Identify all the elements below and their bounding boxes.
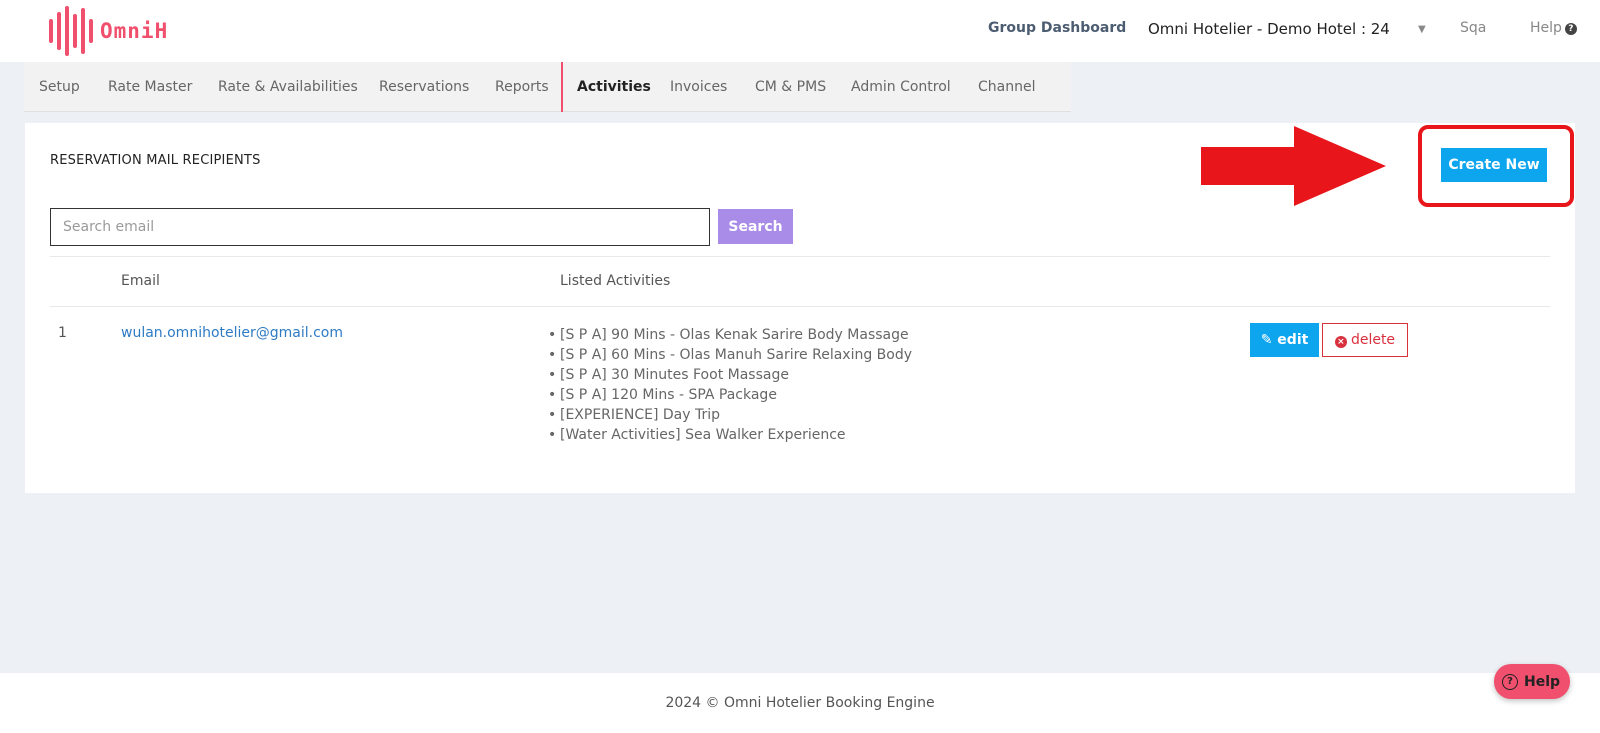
top-bar: OmniH Group Dashboard Omni Hotelier - De… <box>0 0 1600 62</box>
brand-logo[interactable]: OmniH <box>48 6 168 56</box>
activity-item: [S P A] 120 Mins - SPA Package <box>548 385 912 405</box>
edit-button[interactable]: ✎ edit <box>1250 323 1319 357</box>
activity-item: [EXPERIENCE] Day Trip <box>548 405 912 425</box>
search-button[interactable]: Search <box>718 209 793 244</box>
chevron-down-icon[interactable]: ▼ <box>1418 24 1426 35</box>
question-circle-icon: ? <box>1502 673 1518 690</box>
recipient-email[interactable]: wulan.omnihotelier@gmail.com <box>121 325 343 341</box>
search-email-input[interactable] <box>50 208 710 246</box>
help-link[interactable]: Help? <box>1530 20 1577 36</box>
user-menu[interactable]: Sqa <box>1460 20 1486 36</box>
question-icon: ? <box>1564 23 1577 35</box>
help-link-label: Help <box>1530 20 1562 36</box>
times-circle-icon: × <box>1334 336 1347 348</box>
activity-item: [S P A] 30 Minutes Foot Massage <box>548 365 912 385</box>
delete-button[interactable]: × delete <box>1322 323 1408 357</box>
nav-rate-master[interactable]: Rate Master <box>108 62 192 112</box>
activities-list: [S P A] 90 Mins - Olas Kenak Sarire Body… <box>548 325 912 445</box>
red-arrow-annotation <box>1201 126 1386 206</box>
column-header-activities: Listed Activities <box>560 273 671 289</box>
help-widget-button[interactable]: ? Help <box>1494 664 1570 699</box>
nav-reservations[interactable]: Reservations <box>379 62 469 112</box>
activity-item: [Water Activities] Sea Walker Experience <box>548 425 912 445</box>
logo-bars-icon <box>49 6 93 56</box>
pencil-icon: ✎ <box>1260 332 1278 348</box>
brand-name: OmniH <box>100 19 169 43</box>
create-new-button[interactable]: Create New <box>1441 148 1547 182</box>
delete-label: delete <box>1350 332 1396 348</box>
nav-invoices[interactable]: Invoices <box>670 62 727 112</box>
main-nav: Setup Rate Master Rate & Availabilities … <box>24 62 1071 112</box>
nav-rate-availabilities[interactable]: Rate & Availabilities <box>218 62 358 112</box>
nav-activities[interactable]: Activities <box>561 62 651 112</box>
table-header: Email Listed Activities <box>50 256 1550 307</box>
edit-label: edit <box>1277 332 1309 348</box>
nav-cm-pms[interactable]: CM & PMS <box>755 62 826 112</box>
footer-copyright: 2024 © Omni Hotelier Booking Engine <box>665 695 935 711</box>
table-row: 1 wulan.omnihotelier@gmail.com [S P A] 9… <box>50 307 1550 457</box>
row-number: 1 <box>58 325 67 341</box>
activity-item: [S P A] 90 Mins - Olas Kenak Sarire Body… <box>548 325 912 345</box>
recipients-card: RESERVATION MAIL RECIPIENTS Create New S… <box>25 123 1575 493</box>
nav-admin-control[interactable]: Admin Control <box>851 62 951 112</box>
hotel-selector[interactable]: Omni Hotelier - Demo Hotel : 24 <box>1148 20 1390 38</box>
page-title: RESERVATION MAIL RECIPIENTS <box>50 153 261 168</box>
help-widget-label: Help <box>1524 673 1561 690</box>
nav-reports[interactable]: Reports <box>495 62 549 112</box>
activity-item: [S P A] 60 Mins - Olas Manuh Sarire Rela… <box>548 345 912 365</box>
nav-setup[interactable]: Setup <box>39 62 80 112</box>
footer: 2024 © Omni Hotelier Booking Engine <box>0 673 1600 733</box>
group-dashboard-link[interactable]: Group Dashboard <box>988 20 1126 36</box>
column-header-email: Email <box>121 273 160 289</box>
nav-channel[interactable]: Channel <box>978 62 1035 112</box>
recipients-table: Email Listed Activities 1 wulan.omnihote… <box>50 256 1550 457</box>
